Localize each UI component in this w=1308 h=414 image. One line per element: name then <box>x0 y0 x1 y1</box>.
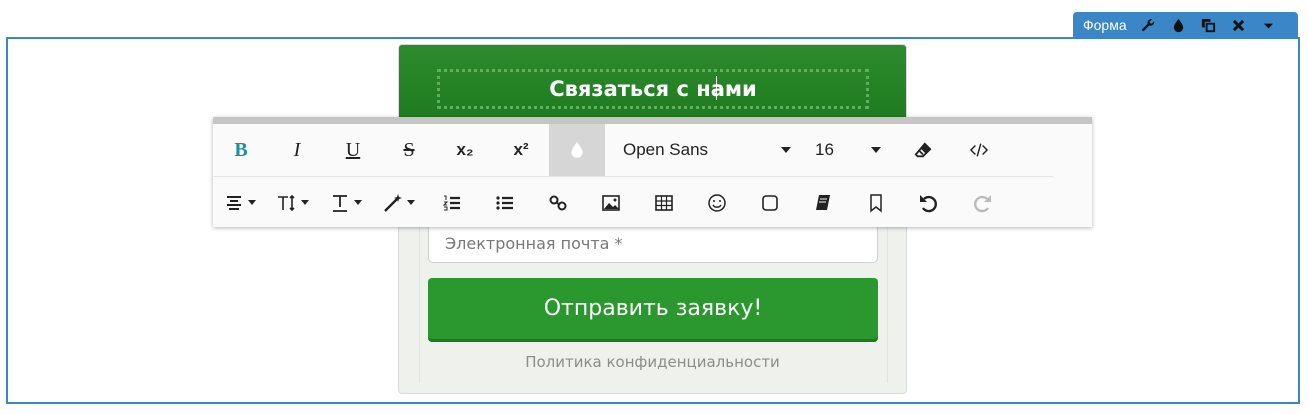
eraser-icon <box>914 142 932 158</box>
code-view-button[interactable] <box>951 124 1007 176</box>
chevron-down-icon <box>781 147 791 153</box>
drop-icon <box>571 142 583 158</box>
chevron-down-icon <box>406 200 415 205</box>
table-icon <box>654 194 673 211</box>
caret-down-icon[interactable] <box>1261 17 1277 33</box>
element-toolbar: Форма <box>1073 12 1298 38</box>
text-color-button[interactable] <box>549 124 605 176</box>
drop-icon[interactable] <box>1171 17 1187 33</box>
font-size-value: 16 <box>815 140 834 159</box>
superscript-button[interactable]: x² <box>493 124 549 176</box>
book-icon <box>815 194 830 210</box>
clear-format-button[interactable] <box>895 124 951 176</box>
toolbar-row-format: B I U S x₂ x² Open Sans 16 <box>213 124 1007 176</box>
bullet-list-icon <box>495 195 513 210</box>
chevron-down-icon <box>247 200 256 205</box>
email-field[interactable]: Электронная почта * <box>428 225 878 263</box>
smiley-icon <box>707 193 726 212</box>
chevron-down-icon <box>300 200 309 205</box>
undo-icon <box>919 194 937 212</box>
shape-button[interactable] <box>743 177 796 229</box>
bold-button[interactable]: B <box>213 124 269 176</box>
chevron-down-icon <box>353 200 362 205</box>
font-family-value: Open Sans <box>623 140 709 159</box>
magic-wand-icon <box>383 193 402 212</box>
square-icon <box>761 194 778 211</box>
code-icon <box>970 143 988 157</box>
text-underline-icon <box>332 194 347 212</box>
form-title[interactable]: Связаться с нами <box>549 77 757 101</box>
font-size-select[interactable]: 16 <box>805 124 895 176</box>
form-header: Связаться с нами <box>399 45 906 123</box>
redo-icon <box>973 194 991 212</box>
table-button[interactable] <box>637 177 690 229</box>
align-center-icon <box>226 195 241 210</box>
strikethrough-button[interactable]: S <box>381 124 437 176</box>
font-family-select[interactable]: Open Sans <box>605 124 805 176</box>
link-icon <box>549 195 566 210</box>
image-icon <box>601 194 620 211</box>
element-type-label: Форма <box>1083 17 1127 33</box>
bookmark-icon <box>869 193 882 213</box>
chevron-down-icon <box>871 147 881 153</box>
rich-text-toolbar: B I U S x₂ x² Open Sans 16 <box>213 117 1092 227</box>
text-cursor <box>716 76 717 100</box>
image-button[interactable] <box>584 177 637 229</box>
editable-title-region[interactable]: Связаться с нами <box>437 69 869 109</box>
effects-button[interactable] <box>372 177 425 229</box>
wrench-icon[interactable] <box>1141 17 1157 33</box>
ordered-list-icon <box>442 195 460 210</box>
subscript-button[interactable]: x₂ <box>437 124 493 176</box>
text-style-button[interactable] <box>319 177 372 229</box>
book-button[interactable] <box>796 177 849 229</box>
toolbar-row-insert <box>213 176 1053 228</box>
bullet-list-button[interactable] <box>478 177 531 229</box>
privacy-policy-link[interactable]: Политика конфиденциальности <box>399 353 906 371</box>
redo-button[interactable] <box>955 177 1008 229</box>
bookmark-button[interactable] <box>849 177 902 229</box>
underline-button[interactable]: U <box>325 124 381 176</box>
italic-button[interactable]: I <box>269 124 325 176</box>
line-height-icon <box>277 194 295 211</box>
submit-button[interactable]: Отправить заявку! <box>428 278 878 339</box>
line-height-button[interactable] <box>266 177 319 229</box>
undo-button[interactable] <box>902 177 955 229</box>
align-button[interactable] <box>213 177 266 229</box>
link-button[interactable] <box>531 177 584 229</box>
emoji-button[interactable] <box>690 177 743 229</box>
ordered-list-button[interactable] <box>425 177 478 229</box>
copy-icon[interactable] <box>1201 17 1217 33</box>
close-icon[interactable] <box>1231 17 1247 33</box>
